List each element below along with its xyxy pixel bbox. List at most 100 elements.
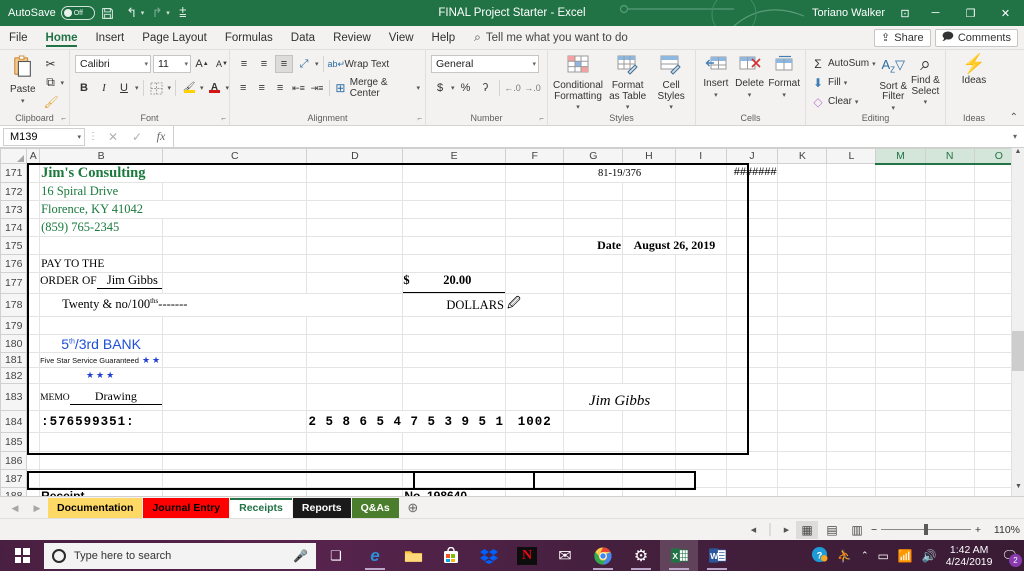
conditional-formatting-button[interactable]: Conditional Formatting ▾ [553, 53, 603, 111]
cell-D179[interactable] [306, 316, 404, 335]
cell-N179[interactable] [925, 316, 975, 335]
sort-filter-button[interactable]: AZ▽ Sort & Filter ▾ [879, 53, 908, 112]
cell-C180[interactable] [162, 334, 308, 353]
cell-I183[interactable] [675, 383, 727, 411]
sheet-tab-documentation[interactable]: Documentation [48, 498, 143, 518]
row-header-178[interactable]: 178 [0, 293, 28, 317]
cell-D175[interactable] [306, 236, 404, 255]
select-all-corner[interactable] [0, 148, 28, 164]
cell-N172[interactable] [925, 182, 975, 201]
align-left-icon[interactable]: ≡ [235, 79, 251, 97]
cell-N176[interactable] [925, 254, 975, 273]
font-size-select[interactable]: 11 ▾ [153, 55, 191, 73]
col-header-A[interactable]: A [26, 148, 41, 164]
autosum-dropdown-icon[interactable]: ▾ [872, 60, 876, 68]
cell-N181[interactable] [925, 352, 975, 368]
add-sheet-button[interactable]: ⊕ [400, 498, 426, 518]
cell-D180[interactable] [306, 334, 404, 353]
cell-A183[interactable] [26, 383, 41, 411]
tab-help[interactable]: Help [423, 26, 465, 49]
cell-N174[interactable] [925, 218, 975, 237]
restore-button[interactable]: ❐ [954, 0, 987, 26]
cell-C188[interactable] [162, 487, 308, 496]
cell-A175[interactable] [26, 236, 41, 255]
cell-F180[interactable] [505, 334, 565, 353]
cell-H179[interactable] [622, 316, 676, 335]
zoom-slider-track[interactable] [881, 524, 971, 535]
cell-L188[interactable] [826, 487, 877, 496]
settings-icon[interactable]: ⚙ [622, 540, 660, 571]
hscroll-left-arrow-icon[interactable]: ◀ [747, 526, 760, 534]
format-painter-button[interactable]: 🖌 [43, 93, 64, 110]
underline-dropdown-icon[interactable]: ▾ [135, 84, 139, 92]
cell-M178[interactable] [875, 293, 926, 317]
clear-dropdown-icon[interactable]: ▾ [855, 98, 859, 106]
cell-I171[interactable] [675, 163, 727, 183]
cell-styles-dropdown-icon[interactable]: ▾ [669, 103, 673, 111]
cell-F182[interactable] [505, 367, 565, 384]
cell-C186[interactable] [162, 451, 308, 470]
cell-F171[interactable] [505, 163, 565, 183]
cell-J173[interactable] [726, 200, 779, 219]
sheet-tab-receipts[interactable]: Receipts [230, 498, 292, 518]
battery-icon[interactable]: ▭ [878, 549, 889, 563]
cell-H175-date-value[interactable]: August 26, 2019 [622, 236, 727, 255]
cell-N177[interactable] [925, 272, 975, 294]
sheet-tab-qas[interactable]: Q&As [351, 498, 399, 518]
cell-G186[interactable] [563, 451, 624, 470]
cell-C181[interactable] [162, 352, 308, 368]
cell-B174-phone[interactable]: (859) 765-2345 [39, 218, 164, 237]
col-header-N[interactable]: N [924, 148, 975, 165]
sort-filter-dropdown-icon[interactable]: ▾ [891, 104, 895, 112]
cell-H186[interactable] [622, 451, 676, 470]
find-select-button[interactable]: ⌕ Find & Select ▾ [911, 53, 940, 107]
row-header-183[interactable]: 183 [0, 383, 28, 411]
show-hidden-icons-icon[interactable]: ⌃ [861, 550, 869, 561]
row-header-175[interactable]: 175 [0, 236, 28, 255]
cell-G180[interactable] [563, 334, 624, 353]
cell-L174[interactable] [826, 218, 877, 237]
zoom-slider-knob[interactable] [924, 524, 929, 535]
cell-D185[interactable] [306, 432, 404, 452]
cell-I182[interactable] [675, 367, 727, 384]
cell-J177[interactable] [726, 272, 779, 294]
cell-N183[interactable] [925, 383, 975, 411]
ideas-button[interactable]: ⚡ Ideas [953, 53, 995, 87]
cell-L183[interactable] [826, 383, 877, 411]
cell-K174[interactable] [777, 218, 828, 237]
cell-L175[interactable] [826, 236, 877, 255]
cell-E172[interactable] [402, 182, 507, 201]
cell-B172-address1[interactable]: 16 Spiral Drive [39, 182, 164, 201]
copy-dropdown-icon[interactable]: ▾ [60, 79, 64, 87]
cell-D174[interactable] [306, 218, 404, 237]
cell-M172[interactable] [875, 182, 926, 201]
cell-K185[interactable] [777, 432, 828, 452]
col-header-K[interactable]: K [777, 148, 828, 164]
cell-D181[interactable] [306, 352, 404, 368]
cell-H185[interactable] [622, 432, 676, 452]
cell-J178[interactable] [726, 293, 779, 317]
cell-I181[interactable] [675, 352, 727, 368]
cell-G176[interactable] [563, 254, 624, 273]
cell-A184[interactable] [26, 410, 41, 433]
row-header-172[interactable]: 172 [0, 182, 28, 201]
cell-D183[interactable] [306, 383, 404, 411]
cell-G171-routing[interactable]: 81-19/376 [563, 163, 676, 183]
paste-button[interactable]: Paste ▾ [5, 53, 40, 105]
cell-E181[interactable] [402, 352, 507, 368]
italic-button[interactable]: I [95, 79, 113, 97]
cell-H181[interactable] [622, 352, 676, 368]
customize-quick-access-icon[interactable]: ⩲ [172, 2, 194, 24]
cell-M188[interactable] [875, 487, 926, 496]
cell-E180[interactable] [402, 334, 507, 353]
row-header-176[interactable]: 176 [0, 254, 28, 273]
cell-L187[interactable] [826, 469, 877, 488]
col-header-C[interactable]: C [162, 148, 308, 164]
expand-formula-bar-icon[interactable]: ▾ [1006, 132, 1024, 141]
insert-cells-dropdown-icon[interactable]: ▾ [714, 91, 718, 99]
cell-J188[interactable] [726, 487, 779, 496]
autosum-button[interactable]: Σ AutoSum ▾ [811, 55, 876, 72]
zoom-in-button[interactable]: + [975, 524, 981, 536]
cell-D171[interactable] [306, 163, 404, 183]
confirm-icon[interactable]: ✓ [125, 130, 149, 144]
